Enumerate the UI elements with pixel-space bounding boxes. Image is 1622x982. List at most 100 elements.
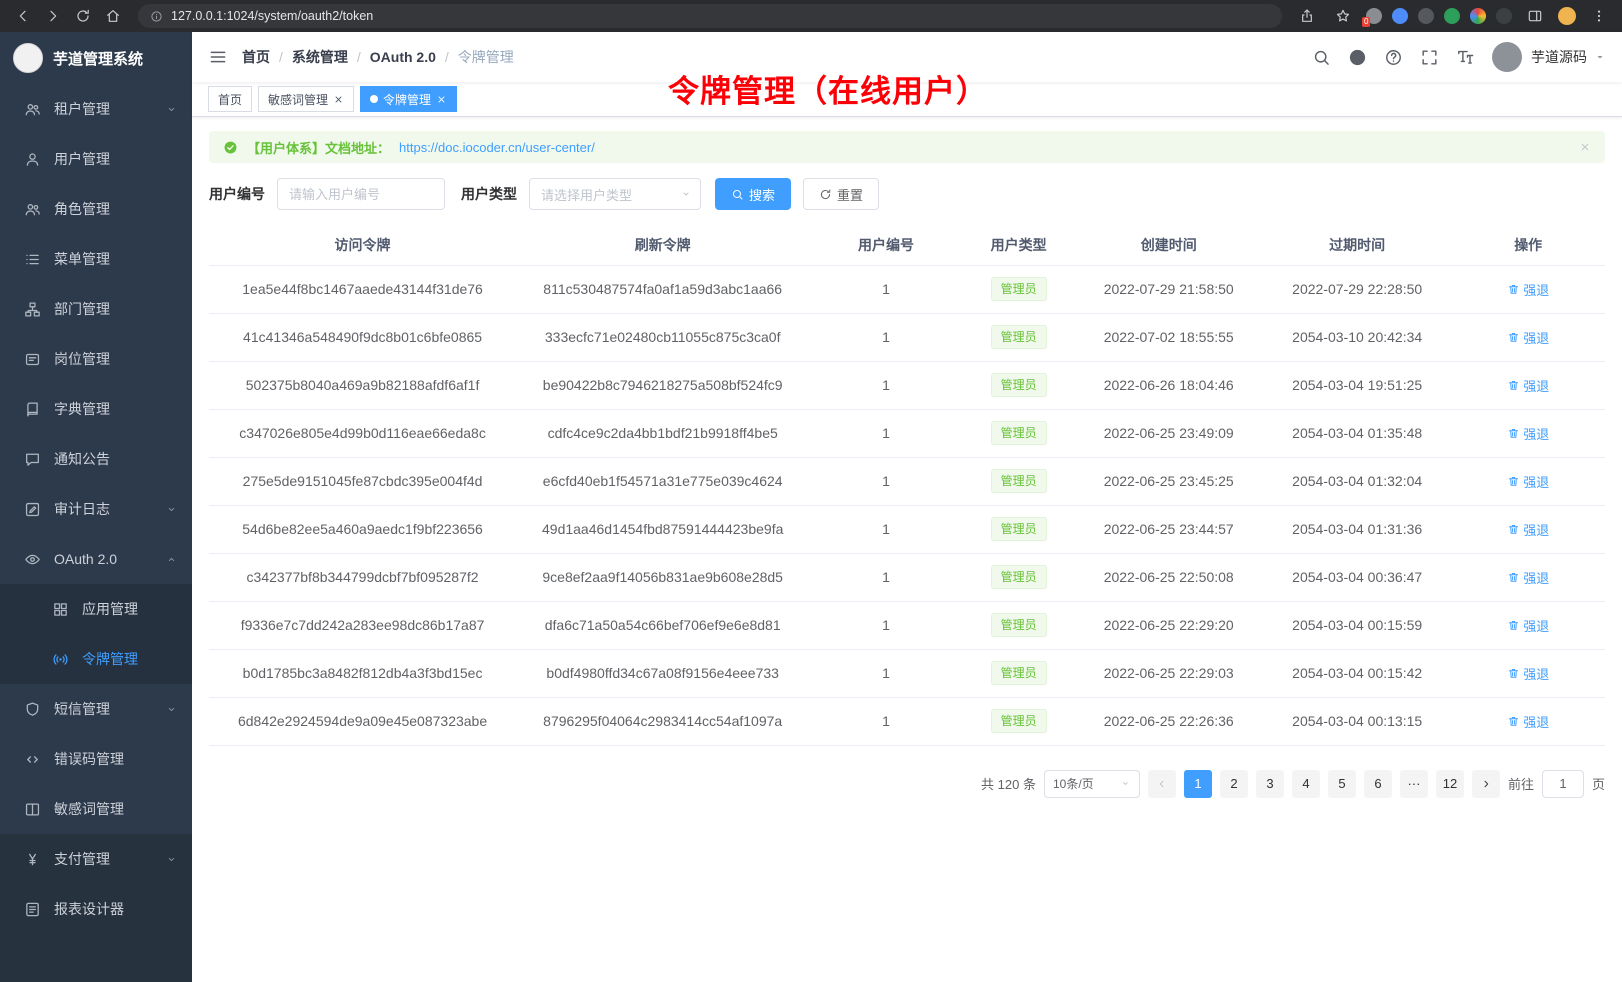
page-button[interactable]: 12 [1436,770,1464,798]
user-type-badge: 管理员 [991,709,1047,733]
force-logout-button[interactable]: 强退 [1507,328,1549,347]
browser-forward-button[interactable] [40,3,66,29]
user-type-badge: 管理员 [991,373,1047,397]
access-token-cell: 1ea5e44f8bc1467aaede43144f31de76 [209,265,516,313]
tab-label: 敏感词管理 [268,91,328,108]
user-type-select[interactable]: 请选择用户类型 [529,178,701,210]
sidebar-item[interactable]: 租户管理 [0,84,192,134]
extension-dark-icon[interactable] [1418,8,1434,24]
page-button[interactable]: 5 [1328,770,1356,798]
extension-gray-icon[interactable] [1496,8,1512,24]
column-header: 访问令牌 [209,226,516,265]
extension-multicolor-icon[interactable] [1470,8,1486,24]
sidebar-item[interactable]: 审计日志 [0,484,192,534]
tab[interactable]: 敏感词管理 [258,86,354,112]
github-icon[interactable] [1348,48,1367,67]
fontsize-icon[interactable] [1456,48,1475,67]
breadcrumb-item[interactable]: 首页 [242,47,270,67]
hamburger-icon[interactable] [208,47,228,67]
sidebar-item[interactable]: 菜单管理 [0,234,192,284]
extension-pinned-icon[interactable]: 0 [1366,8,1382,24]
force-logout-button[interactable]: 强退 [1507,472,1549,491]
user-avatar[interactable] [1492,42,1522,72]
browser-profile-avatar[interactable] [1558,7,1576,25]
page-button[interactable]: 1 [1184,770,1212,798]
help-icon[interactable] [1384,48,1403,67]
browser-menu-button[interactable] [1586,3,1612,29]
force-logout-button[interactable]: 强退 [1507,712,1549,731]
breadcrumb-item[interactable]: OAuth 2.0 [370,49,436,65]
sidebar-item[interactable]: 报表设计器 [0,884,192,934]
force-logout-button[interactable]: 强退 [1507,664,1549,683]
breadcrumb-item[interactable]: 系统管理 [292,47,348,67]
extension-blue-icon[interactable] [1392,8,1408,24]
alert-close-icon[interactable] [1579,141,1591,153]
browser-back-button[interactable] [10,3,36,29]
column-header: 操作 [1451,226,1605,265]
list-icon [24,251,41,268]
bookmark-button[interactable] [1330,3,1356,29]
split-view-button[interactable] [1522,3,1548,29]
page-ellipsis-button[interactable]: ··· [1400,770,1428,798]
share-button[interactable] [1294,3,1320,29]
created-time-cell: 2022-06-25 22:29:03 [1074,649,1262,697]
sidebar-item[interactable]: 角色管理 [0,184,192,234]
browser-refresh-button[interactable] [70,3,96,29]
goto-page-input[interactable] [1542,770,1584,798]
username[interactable]: 芋道源码 [1531,47,1587,67]
sidebar-item[interactable]: OAuth 2.0 [0,534,192,584]
close-icon[interactable] [333,94,344,105]
search-button[interactable]: 搜索 [715,178,791,210]
reset-button-label: 重置 [837,185,863,204]
browser-chrome: 127.0.0.1:1024/system/oauth2/token 0 [0,0,1622,32]
sidebar-item[interactable]: 错误码管理 [0,734,192,784]
content: 【用户体系】文档地址： https://doc.iocoder.cn/user-… [192,117,1622,982]
doc-link[interactable]: https://doc.iocoder.cn/user-center/ [399,140,595,155]
user-id-input[interactable] [277,178,445,210]
sidebar-item[interactable]: 令牌管理 [0,634,192,684]
sidebar-item[interactable]: 用户管理 [0,134,192,184]
fullscreen-icon[interactable] [1420,48,1439,67]
force-logout-button[interactable]: 强退 [1507,280,1549,299]
caret-down-icon [1594,51,1606,63]
search-icon[interactable] [1312,48,1331,67]
table-row: b0d1785bc3a8482f812db4a3f3bd15ecb0df4980… [209,649,1605,697]
page-size-select[interactable]: 10条/页 [1044,770,1140,798]
trash-icon [1507,667,1520,680]
browser-home-button[interactable] [100,3,126,29]
sidebar-item-label: 报表设计器 [54,899,178,919]
site-info-icon[interactable] [150,10,163,23]
extension-green-icon[interactable] [1444,8,1460,24]
sidebar-item[interactable]: 字典管理 [0,384,192,434]
pagination: 共 120 条10条/页123456···12前往页 [209,770,1605,798]
page-button[interactable]: 3 [1256,770,1284,798]
force-logout-button[interactable]: 强退 [1507,568,1549,587]
url-bar[interactable]: 127.0.0.1:1024/system/oauth2/token [138,4,1282,28]
user-type-badge: 管理员 [991,613,1047,637]
sidebar-item[interactable]: 部门管理 [0,284,192,334]
next-page-button[interactable] [1472,770,1500,798]
sidebar-item[interactable]: 支付管理 [0,834,192,884]
force-logout-button[interactable]: 强退 [1507,616,1549,635]
reset-button[interactable]: 重置 [803,178,879,210]
force-logout-button[interactable]: 强退 [1507,520,1549,539]
active-tab-dot [370,95,378,103]
prev-page-button[interactable] [1148,770,1176,798]
tab[interactable]: 令牌管理 [360,86,457,112]
page-button[interactable]: 4 [1292,770,1320,798]
close-icon[interactable] [436,94,447,105]
sidebar-item[interactable]: 应用管理 [0,584,192,634]
user-type-badge: 管理员 [991,277,1047,301]
app-logo[interactable]: 芋道管理系统 [0,32,192,84]
sidebar-item[interactable]: 通知公告 [0,434,192,484]
force-logout-button[interactable]: 强退 [1507,424,1549,443]
sidebar-item[interactable]: 敏感词管理 [0,784,192,834]
created-time-cell: 2022-06-26 18:04:46 [1074,361,1262,409]
force-logout-button[interactable]: 强退 [1507,376,1549,395]
sidebar-item[interactable]: 短信管理 [0,684,192,734]
sidebar-item[interactable]: 岗位管理 [0,334,192,384]
page-button[interactable]: 2 [1220,770,1248,798]
page-button[interactable]: 6 [1364,770,1392,798]
message-icon [24,451,41,468]
tab[interactable]: 首页 [208,86,252,112]
